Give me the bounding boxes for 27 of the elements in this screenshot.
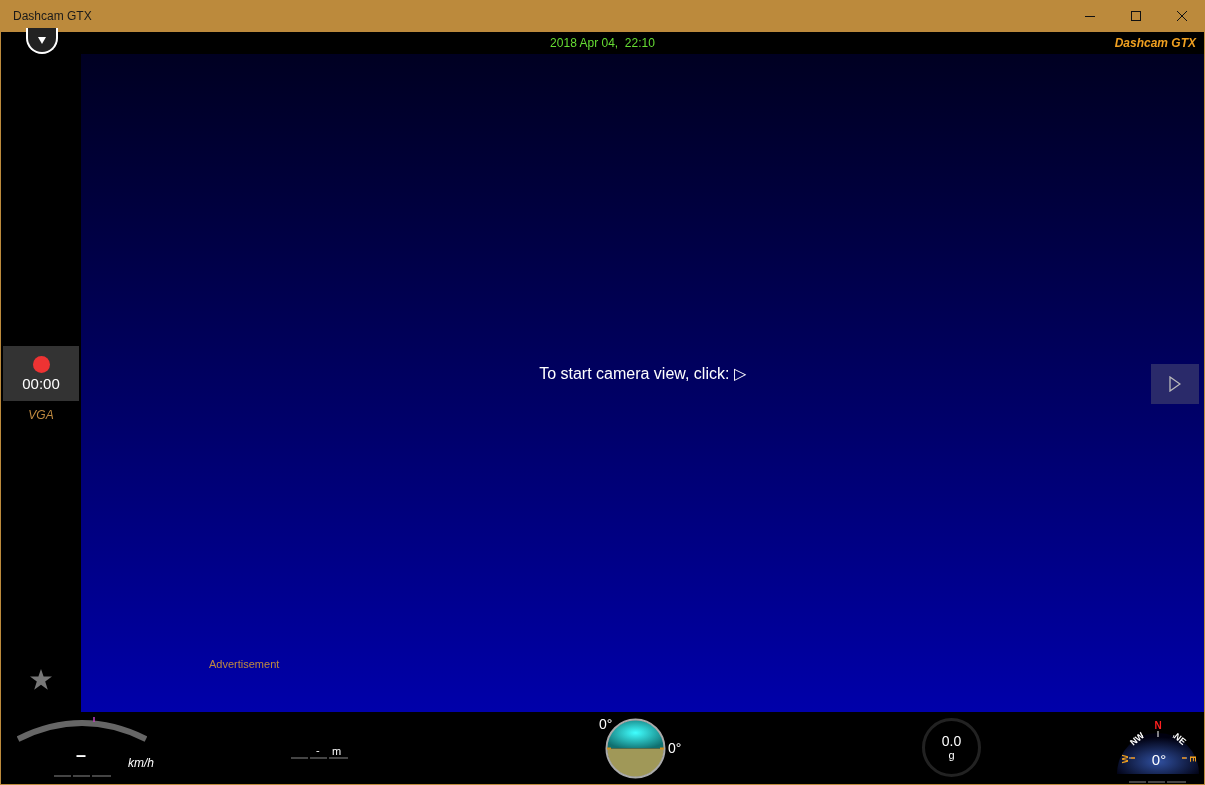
gforce-meter: 0.0 g [922,718,981,777]
resolution-label: VGA [28,407,54,424]
maximize-icon [1131,11,1141,21]
minimize-icon [1085,15,1095,17]
altitude-value: - [316,743,320,758]
camera-prompt: To start camera view, click: ▷ [539,364,746,384]
speed-unit: km/h [128,755,154,772]
close-icon [1177,11,1187,21]
speed-value: – [76,746,86,764]
star-icon [30,669,52,690]
altitude-unit: m [332,744,342,759]
compass-underline [1129,781,1186,783]
roll-reading: 0° [668,739,682,758]
record-icon [32,356,50,373]
pitch-reading: 0° [599,715,613,734]
window-title: Dashcam GTX [12,8,92,25]
caret-icon [38,36,46,44]
altitude-underline [291,757,348,759]
app-brand: Dashcam GTX [1114,35,1196,52]
play-button[interactable] [1151,364,1199,404]
record-button[interactable]: 00:00 [3,346,79,401]
date-time: 2018 Apr 04, 22:10 [550,35,655,52]
dropdown-button[interactable] [26,28,58,54]
play-icon [1169,376,1181,392]
advertisement-label: Advertisement [209,657,280,672]
speed-underline [54,775,111,777]
favorite-button[interactable] [30,669,52,690]
